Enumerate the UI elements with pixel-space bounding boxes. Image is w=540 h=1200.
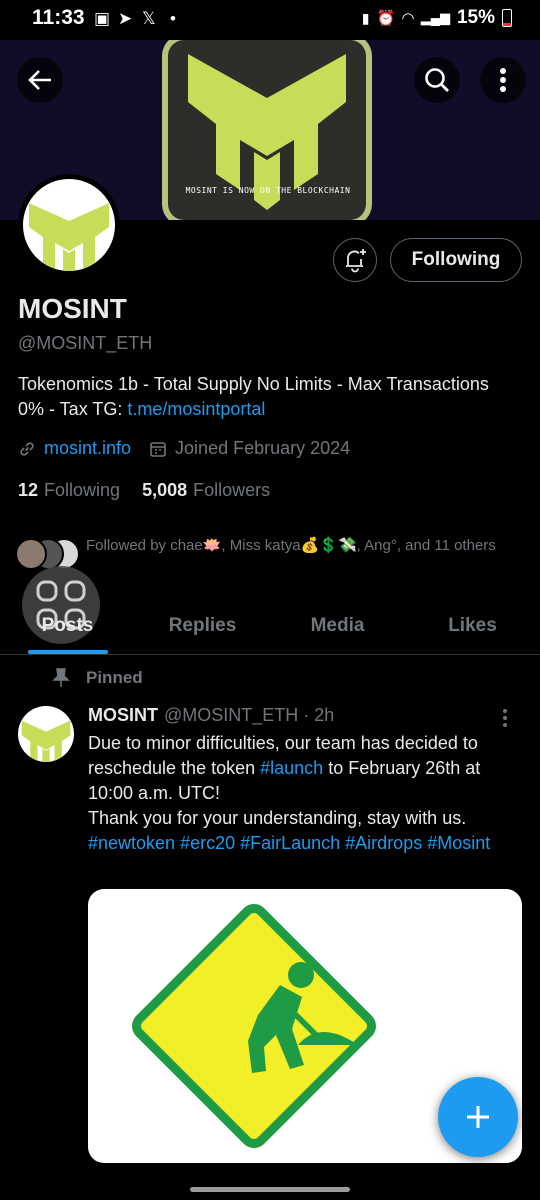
post-text: Due to minor difficulties, our team has … [88,731,518,856]
alarm-icon: ⏰ [376,10,396,27]
wifi-icon: ◠ [402,10,414,27]
calendar-icon [150,441,166,457]
post-handle-time: @MOSINT_ETH · 2h [164,705,335,725]
display-name: MOSINT [18,293,127,324]
status-time: 11:33 [32,6,85,29]
tab-posts[interactable]: Posts [0,598,135,654]
follow-stats: 12 Following 5,008 Followers [18,480,270,501]
status-bar: 11:33 ▣ ➤ 𝕏 • ▮ ⏰ ◠ ▂▄▆ 15% [0,0,540,40]
user-handle: @MOSINT_ETH [18,333,153,353]
battery-icon [502,9,512,27]
compose-post-button[interactable] [438,1077,518,1157]
search-button[interactable] [414,57,460,103]
avatar-logo-icon [29,203,109,271]
followers-label: Followers [193,480,271,500]
post-author-name[interactable]: MOSINT [88,705,158,725]
more-notifications-icon: • [170,9,176,28]
followers-count: 5,008 [142,480,188,500]
gallery-icon: ▣ [94,9,111,28]
plus-icon [467,1106,489,1128]
following-label: Following [44,480,121,500]
following-count: 12 [18,480,39,500]
telegram-icon: ➤ [118,9,133,28]
mosint-logo-icon [21,720,71,762]
post-author-avatar[interactable] [18,706,74,762]
search-icon [425,68,449,92]
more-vertical-icon [503,709,507,727]
hashtag-launch[interactable]: #launch [260,758,323,778]
followed-by-text[interactable]: Followed by chae🪷, Miss katya💰💲💸, Ang°, … [86,534,506,557]
signal-icon: ▂▄▆ [420,10,450,25]
post-header: MOSINT @MOSINT_ETH · 2h [88,705,334,726]
followers-stat[interactable]: 5,008 Followers [142,480,270,501]
arrow-left-icon [28,70,51,90]
post-hashtags[interactable]: #newtoken #erc20 #FairLaunch #Airdrops #… [88,833,490,853]
pinned-indicator: Pinned [52,668,143,688]
battery-level: 15% [456,7,495,28]
profile-meta: mosint.info Joined February 2024 [18,438,350,459]
post-more-button[interactable] [502,708,508,733]
bio-link[interactable]: t.me/mosintportal [127,399,265,419]
more-vertical-icon [500,68,506,92]
banner-tagline: MOSINT IS NOW ON THE BLOCKCHAIN [185,186,351,195]
tab-likes[interactable]: Likes [405,598,540,654]
status-right: ▮ ⏰ ◠ ▂▄▆ 15% [362,7,512,29]
following-button[interactable]: Following [390,238,522,282]
link-icon [20,441,34,456]
x-icon: 𝕏 [142,9,156,28]
joined-date: Joined February 2024 [175,438,351,458]
avatar[interactable] [23,179,115,271]
following-stat[interactable]: 12 Following [18,480,120,501]
home-indicator[interactable] [190,1187,350,1192]
notifications-button[interactable] [333,238,377,282]
more-options-button[interactable] [480,57,526,103]
pin-icon [52,668,70,687]
website-link[interactable]: mosint.info [44,438,131,459]
tab-media[interactable]: Media [270,598,405,654]
profile-bio: Tokenomics 1b - Total Supply No Limits -… [18,372,518,422]
bell-plus-icon [346,249,366,273]
vpn-icon: ▮ [361,9,370,26]
tab-replies[interactable]: Replies [135,598,270,654]
back-button[interactable] [17,57,63,103]
pinned-label: Pinned [86,668,143,687]
profile-tabs: Posts Replies Media Likes [0,598,540,655]
